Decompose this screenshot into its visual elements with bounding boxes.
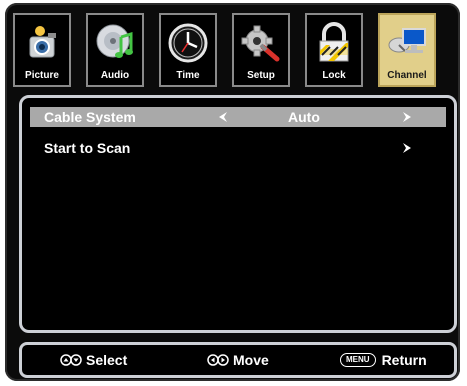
camera-icon [29, 26, 56, 58]
up-down-icon [60, 354, 82, 366]
tab-label: Setup [247, 70, 275, 81]
select-label: Select [86, 352, 128, 368]
menu-item-cable-system[interactable]: Cable System Auto [30, 107, 446, 127]
arrow-left-icon[interactable] [216, 110, 230, 124]
arrow-right-icon[interactable] [400, 110, 414, 124]
channel-settings-panel: Cable System Auto Start to Scan [19, 95, 457, 333]
left-right-icon [207, 354, 229, 366]
menu-item-label: Cable System [44, 109, 136, 125]
select-hint: Select [60, 352, 127, 368]
lock-icon [319, 22, 349, 62]
tab-label: Lock [322, 70, 346, 81]
tab-lock[interactable]: Lock [305, 13, 363, 87]
tab-label: Time [176, 70, 200, 81]
move-label: Move [233, 352, 269, 368]
tab-label: Audio [100, 70, 130, 81]
gear-icon [241, 25, 280, 62]
menu-item-value: Auto [288, 109, 320, 125]
satellite-icon [388, 28, 426, 53]
tab-picture[interactable]: Picture [13, 13, 71, 87]
key-hint-bar: Select Move MENU Return [19, 342, 457, 378]
tv-menu-frame: Picture Audio Time Setup Lock Channel Ca… [5, 3, 460, 381]
move-hint: Move [207, 352, 269, 368]
menu-item-start-to-scan[interactable]: Start to Scan [30, 138, 446, 158]
arrow-right-icon[interactable] [400, 141, 414, 155]
return-hint: MENU Return [340, 352, 427, 368]
menu-item-label: Start to Scan [44, 140, 131, 156]
return-label: Return [381, 352, 427, 368]
tab-audio[interactable]: Audio [86, 13, 144, 87]
tab-setup[interactable]: Setup [232, 13, 290, 87]
clock-icon [168, 23, 208, 63]
menu-key-icon: MENU [340, 353, 376, 367]
tab-label: Channel [387, 70, 427, 81]
tab-time[interactable]: Time [159, 13, 217, 87]
tab-channel[interactable]: Channel [378, 13, 436, 87]
tab-label: Picture [25, 70, 59, 81]
music-icon [96, 24, 133, 58]
